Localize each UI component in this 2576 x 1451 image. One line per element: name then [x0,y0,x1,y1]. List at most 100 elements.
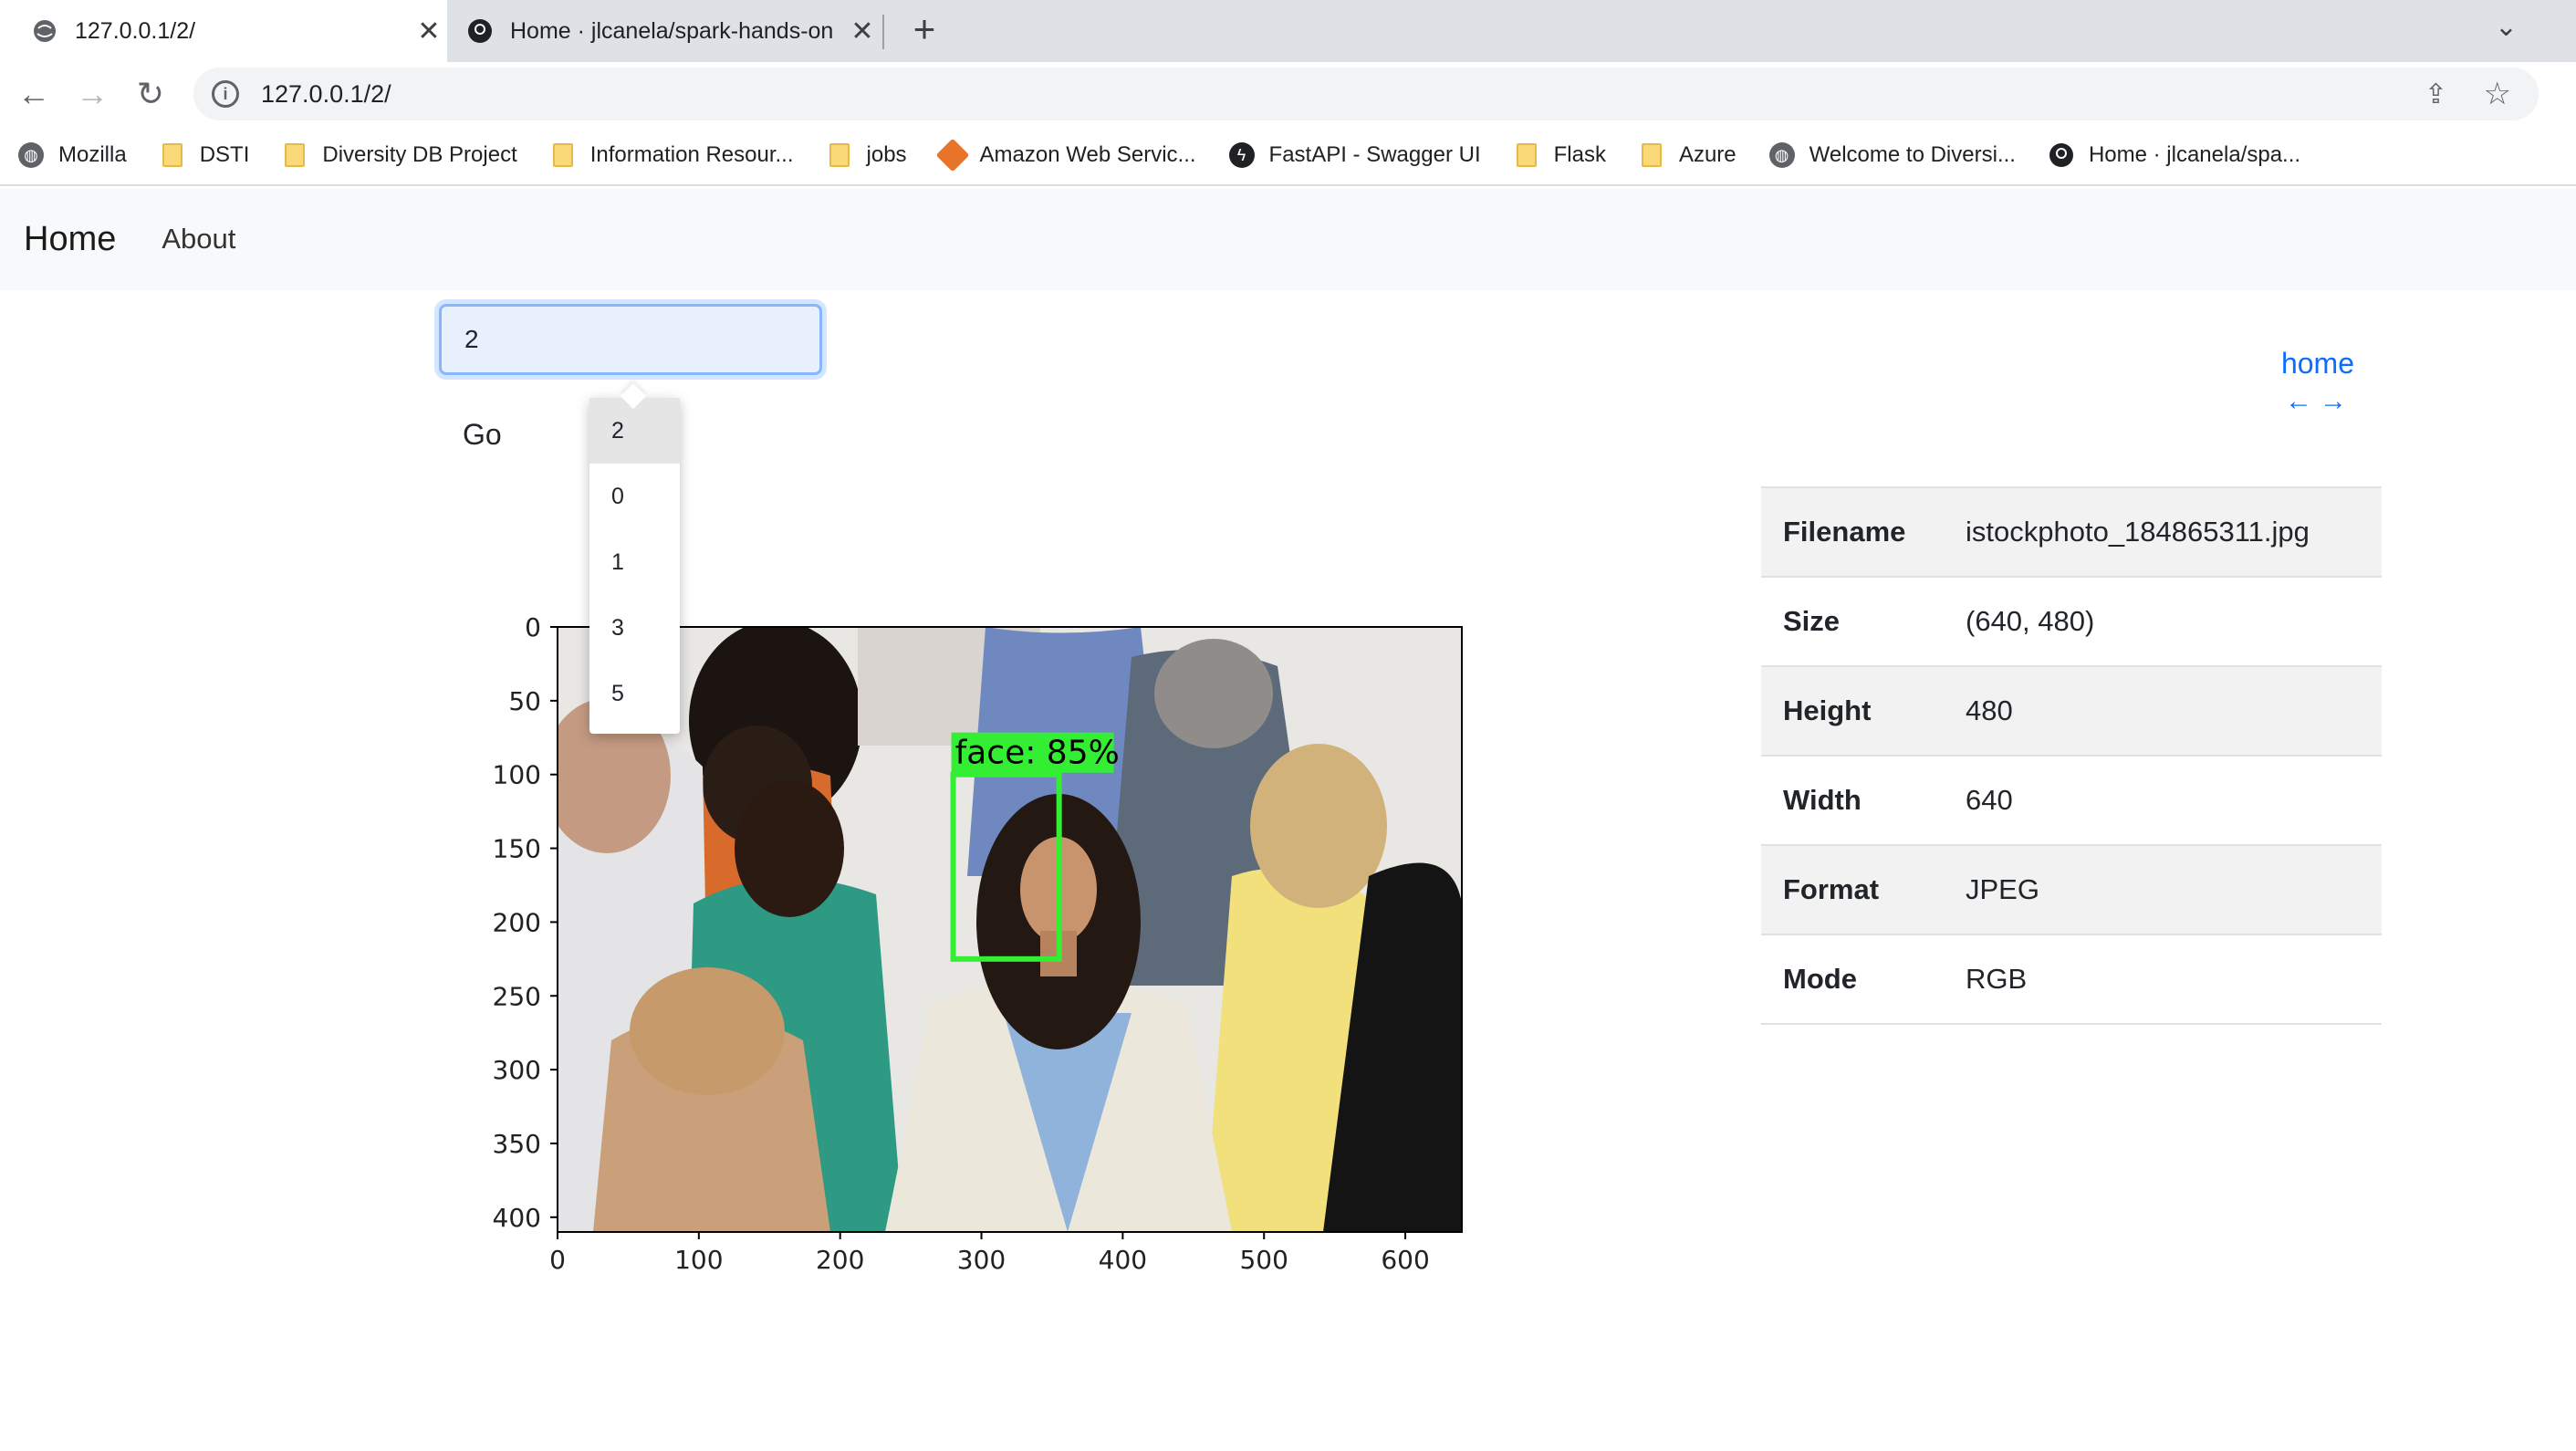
info-icon[interactable]: i [212,80,239,108]
bookmark-item[interactable]: Azure [1639,142,1736,168]
folder-icon [827,142,852,168]
share-icon[interactable]: ⇪ [2425,78,2447,110]
dropdown-option[interactable]: 1 [589,529,680,595]
info-value: JPEG [1966,873,2039,905]
x-tick-label: 100 [674,1245,723,1275]
go-button[interactable]: Go [463,418,502,452]
tab-local[interactable]: 127.0.0.1/2/ ✕ [0,0,447,62]
y-tick-label: 50 [508,686,541,716]
table-row: Height 480 [1761,666,2382,756]
bookmark-item[interactable]: Amazon Web Servic... [935,138,1196,172]
bookmark-item[interactable]: Home · jlcanela/spa... [2049,142,2300,168]
dropdown-option[interactable]: 0 [589,464,680,529]
info-key: Filename [1783,516,1906,548]
x-tick-label: 200 [816,1245,864,1275]
photo-image: face: 85% [558,627,1462,1232]
image-info-table: Filename istockphoto_184865311.jpg Size (6… [1761,486,2382,1025]
tab-strip: 127.0.0.1/2/ ✕ Home · jlcanela/spark-han… [0,0,2576,62]
info-value: RGB [1966,963,2028,995]
y-axis: 0 50 100 150 200 250 300 350 400 [493,612,558,1233]
info-value: 640 [1966,784,2013,816]
table-row: Mode RGB [1761,934,2382,1024]
table-row: Format JPEG [1761,845,2382,934]
nav-about-link[interactable]: About [162,223,235,256]
table-row: Width 640 [1761,756,2382,845]
close-tab-icon[interactable]: ✕ [411,16,447,47]
chevron-down-icon[interactable]: ⌄ [2495,11,2518,43]
bookmark-label: Amazon Web Servic... [979,142,1196,167]
bookmark-label: DSTI [199,142,250,167]
y-tick-label: 100 [493,760,541,790]
bookmarks-bar: ◍ Mozilla DSTI Diversity DB Project Infor… [0,126,2576,186]
folder-icon [550,142,576,168]
folder-icon [160,142,185,168]
y-tick-label: 0 [525,612,541,642]
forward-icon[interactable]: → [69,71,115,117]
y-tick-label: 200 [493,907,541,937]
back-icon[interactable]: ← [11,71,57,117]
reload-icon[interactable]: ↻ [128,71,173,117]
nav-home-link[interactable]: Home [24,220,116,259]
y-tick-label: 400 [493,1203,541,1233]
fastapi-icon: ϟ [1228,142,1255,168]
y-tick-label: 250 [493,981,541,1011]
info-value: (640, 480) [1966,605,2095,637]
bookmark-label: Information Resour... [589,142,794,167]
bookmark-item[interactable]: ϟ FastAPI - Swagger UI [1228,142,1481,168]
close-tab-icon[interactable]: ✕ [844,16,881,47]
y-tick-label: 350 [493,1129,541,1159]
x-tick-label: 300 [957,1245,1006,1275]
y-tick-label: 300 [493,1055,541,1085]
detection-label: face: 85% [955,735,1120,772]
bookmark-item[interactable]: Flask [1514,142,1606,168]
bookmark-label: Welcome to Diversi... [1809,142,2016,167]
github-icon [466,17,494,45]
bookmark-label: Home · jlcanela/spa... [2088,142,2301,167]
bookmark-item[interactable]: Information Resour... [550,142,794,168]
x-tick-label: 500 [1239,1245,1288,1275]
info-key: Size [1783,605,1841,637]
image-index-select[interactable]: 2 [439,304,822,375]
url-text[interactable]: 127.0.0.1/2/ [261,80,391,109]
aws-icon [935,138,969,172]
globe-icon [31,17,58,45]
y-tick-label: 150 [493,834,541,864]
dropdown-option[interactable]: 5 [589,661,680,726]
bookmark-label: Diversity DB Project [322,142,517,167]
x-tick-label: 600 [1381,1245,1429,1275]
bookmark-item[interactable]: DSTI [160,142,250,168]
bookmark-item[interactable]: jobs [827,142,907,168]
x-tick-label: 400 [1099,1245,1147,1275]
globe-icon: ◍ [18,142,44,168]
bookmark-star-icon[interactable]: ☆ [2484,76,2511,112]
address-bar[interactable]: i 127.0.0.1/2/ ⇪ ☆ [193,68,2539,120]
new-tab-icon[interactable]: + [903,9,945,51]
folder-icon [1639,142,1664,168]
tab-github[interactable]: Home · jlcanela/spark-hands-on ✕ [452,0,881,62]
browser-toolbar: ← → ↻ i 127.0.0.1/2/ ⇪ ☆ [0,62,2576,126]
next-arrow-link[interactable]: → [2320,386,2354,416]
dropdown-option[interactable]: 3 [589,595,680,661]
bookmark-item[interactable]: Diversity DB Project [282,142,517,168]
prev-arrow-link[interactable]: ← [2285,386,2320,416]
x-tick-label: 0 [549,1245,566,1275]
home-link[interactable]: home [2263,347,2354,381]
tab-title: 127.0.0.1/2/ [75,17,196,44]
tab-title: Home · jlcanela/spark-hands-on [510,17,834,44]
info-value: istockphoto_184865311.jpg [1966,516,2310,548]
info-key: Height [1783,694,1872,726]
info-value: 480 [1966,694,2013,726]
tab-divider [882,15,884,49]
bookmark-label: Flask [1553,142,1606,167]
dropdown-option[interactable]: 2 [589,398,680,464]
bookmark-label: Azure [1678,142,1736,167]
site-navbar: Home About [0,188,2576,290]
folder-icon [1514,142,1539,168]
info-key: Format [1783,873,1880,905]
bookmark-item[interactable]: ◍ Welcome to Diversi... [1768,142,2016,168]
folder-icon [282,142,308,168]
bookmark-label: FastAPI - Swagger UI [1268,142,1481,167]
bookmark-label: jobs [866,142,907,167]
bookmark-item[interactable]: ◍ Mozilla [18,142,127,168]
select-dropdown: 2 0 1 3 5 [589,398,680,734]
